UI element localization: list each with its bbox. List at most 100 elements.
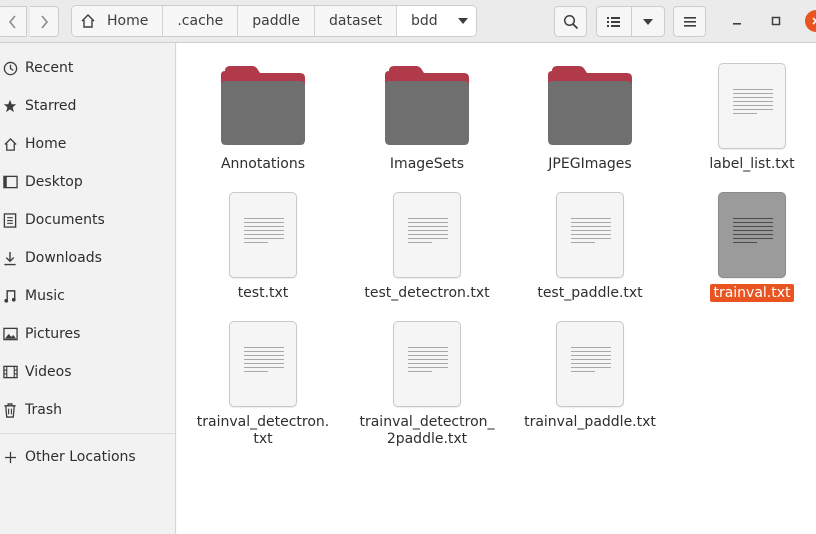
file-name-line: trainval_detectron. (196, 414, 330, 430)
header-bar: Home .cache paddle dataset bdd (0, 0, 816, 43)
sidebar-item-trash[interactable]: Trash (0, 391, 175, 429)
file-item-label-list[interactable]: label_list.txt (687, 63, 816, 180)
file-name: trainval_detectron_ 2paddle.txt (352, 414, 502, 448)
sidebar-item-label: Trash (25, 402, 62, 418)
sidebar-item-label: Desktop (25, 174, 83, 190)
search-icon (563, 14, 578, 29)
back-button[interactable] (0, 6, 27, 37)
chevron-right-icon (41, 14, 49, 29)
download-icon (2, 250, 18, 266)
breadcrumb-label: .cache (177, 13, 224, 29)
folder-icon (525, 65, 655, 145)
home-icon (81, 14, 95, 28)
chevron-down-icon (643, 18, 653, 25)
maximize-button[interactable] (766, 11, 786, 31)
sidebar-divider (0, 433, 175, 434)
hamburger-menu-icon (683, 16, 696, 27)
sidebar: Recent Starred Home Desktop Documents Do… (0, 43, 176, 534)
text-file-icon (525, 192, 655, 278)
breadcrumb-bdd[interactable]: bdd (396, 6, 476, 36)
text-file-icon (362, 321, 492, 407)
document-icon (2, 212, 18, 228)
text-file-icon (687, 192, 816, 278)
close-icon (812, 17, 816, 25)
breadcrumb-home[interactable]: Home (72, 6, 164, 36)
sidebar-item-label: Pictures (25, 326, 81, 342)
view-toggle-button[interactable] (596, 6, 632, 37)
trash-icon (2, 402, 18, 418)
file-name: label_list.txt (709, 156, 795, 172)
sidebar-item-label: Home (25, 136, 67, 152)
file-item-trainval-paddle[interactable]: trainval_paddle.txt (524, 321, 656, 439)
sidebar-item-pictures[interactable]: Pictures (0, 315, 175, 353)
picture-icon (2, 326, 18, 342)
home-icon (2, 136, 18, 152)
file-name-line: trainval_detectron_ (359, 414, 495, 430)
sidebar-item-starred[interactable]: Starred (0, 87, 175, 125)
file-item-trainval-detectron[interactable]: trainval_detectron. txt (197, 321, 329, 451)
breadcrumb-label: dataset (329, 13, 382, 29)
file-item-test[interactable]: test.txt (198, 192, 328, 310)
sidebar-item-label: Downloads (25, 250, 102, 266)
folder-icon (198, 65, 328, 145)
file-item-annotations[interactable]: Annotations (198, 65, 328, 180)
maximize-icon (771, 16, 781, 26)
file-name-selected: trainval.txt (677, 284, 816, 302)
file-item-imagesets[interactable]: ImageSets (362, 65, 492, 180)
file-item-test-detectron[interactable]: test_detectron.txt (362, 192, 492, 310)
video-icon (2, 364, 18, 380)
breadcrumb-cache[interactable]: .cache (163, 6, 239, 36)
plus-icon (2, 449, 18, 465)
file-name: Annotations (220, 156, 306, 172)
sidebar-item-label: Music (25, 288, 65, 304)
search-button[interactable] (554, 6, 587, 37)
sidebar-item-recent[interactable]: Recent (0, 49, 175, 87)
file-name-line: 2paddle.txt (386, 431, 468, 447)
file-name: test_paddle.txt (537, 285, 643, 301)
file-name-line: txt (253, 431, 273, 447)
sidebar-item-label: Videos (25, 364, 72, 380)
minimize-button[interactable] (727, 11, 747, 31)
file-item-test-paddle[interactable]: test_paddle.txt (525, 192, 655, 310)
breadcrumb-label: paddle (252, 13, 301, 29)
sidebar-item-other-locations[interactable]: Other Locations (0, 438, 175, 476)
sidebar-item-home[interactable]: Home (0, 125, 175, 163)
sidebar-item-downloads[interactable]: Downloads (0, 239, 175, 277)
chevron-left-icon (8, 14, 16, 29)
sidebar-item-label: Documents (25, 212, 105, 228)
file-name: trainval_paddle.txt (524, 414, 656, 430)
forward-button[interactable] (30, 6, 59, 37)
close-button[interactable] (805, 10, 816, 32)
sidebar-item-documents[interactable]: Documents (0, 201, 175, 239)
file-item-trainval-detectron-2paddle[interactable]: trainval_detectron_ 2paddle.txt (359, 321, 495, 451)
file-name: test.txt (237, 285, 289, 301)
sidebar-item-label: Other Locations (25, 449, 136, 465)
breadcrumb-paddle[interactable]: paddle (238, 6, 316, 36)
folder-icon (362, 65, 492, 145)
file-name: JPEGImages (548, 156, 632, 172)
music-icon (2, 288, 18, 304)
text-file-icon (198, 192, 328, 278)
sidebar-item-desktop[interactable]: Desktop (0, 163, 175, 201)
caret-down-icon[interactable] (457, 18, 468, 24)
view-options-button[interactable] (631, 6, 665, 37)
breadcrumb: Home .cache paddle dataset bdd (71, 5, 477, 37)
sidebar-item-videos[interactable]: Videos (0, 353, 175, 391)
file-item-trainval[interactable]: trainval.txt (687, 192, 816, 310)
file-grid: Annotations ImageSets JPEGImages label_l… (177, 43, 816, 534)
text-file-icon (198, 321, 328, 407)
file-item-jpegimages[interactable]: JPEGImages (525, 65, 655, 180)
sidebar-item-music[interactable]: Music (0, 277, 175, 315)
minimize-icon (733, 23, 741, 25)
text-file-icon (525, 321, 655, 407)
list-view-icon (607, 16, 620, 27)
file-name: trainval_detectron. txt (188, 414, 338, 448)
star-icon (2, 98, 18, 114)
sidebar-item-label: Recent (25, 60, 74, 76)
selected-label: trainval.txt (710, 284, 794, 302)
file-name: test_detectron.txt (364, 285, 490, 301)
main-menu-button[interactable] (673, 6, 706, 37)
sidebar-item-label: Starred (25, 98, 77, 114)
breadcrumb-dataset[interactable]: dataset (315, 6, 397, 36)
text-file-icon (362, 192, 492, 278)
